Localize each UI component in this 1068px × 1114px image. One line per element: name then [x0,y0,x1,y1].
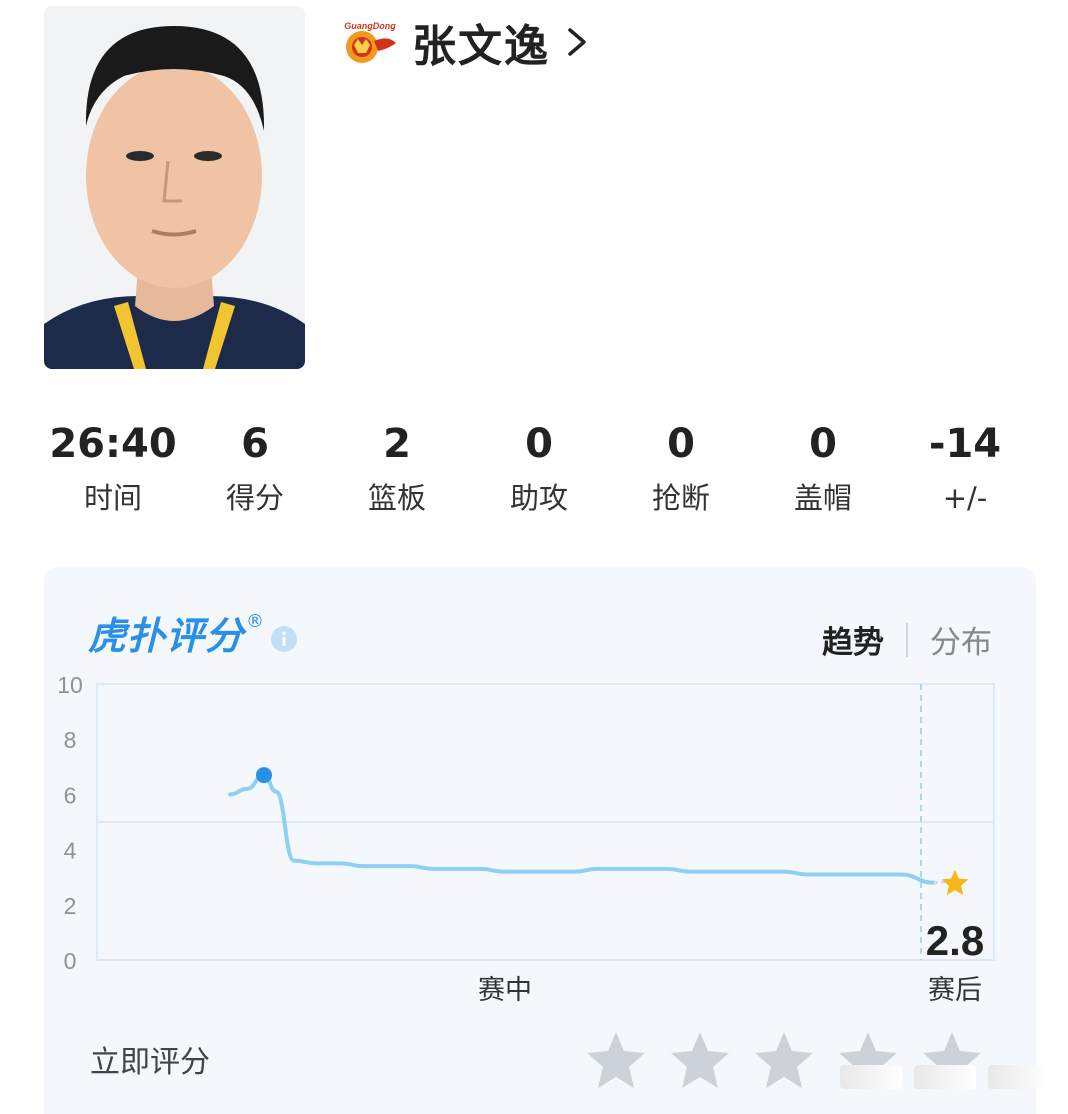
player-name: 张文逸 [412,21,550,72]
y-tick-label: 4 [64,838,77,864]
rating-line [228,773,936,885]
stat-item: 2 篮板 [326,418,468,516]
stat-label: 得分 [225,481,284,515]
stat-item: 0 助攻 [468,418,610,516]
player-photo [44,6,305,369]
stat-item: 26:40 时间 [42,418,184,516]
stat-label: 盖帽 [793,481,852,515]
team-logo-text: GuangDong [344,21,396,31]
stat-value: 6 [241,421,269,467]
stat-value: 26:40 [49,421,177,467]
stat-value: -14 [928,421,1002,467]
y-tick-label: 8 [64,727,77,753]
tab-divider [906,622,908,657]
chevron-right-icon [568,28,586,56]
stat-value: 0 [525,421,553,467]
rating-brand: 虎扑评分 ® [88,611,298,661]
rate-star-icon[interactable] [752,1029,816,1091]
stat-label: 抢断 [651,481,710,515]
stat-item: 6 得分 [184,418,326,516]
stat-item: -14 +/- [894,418,1036,516]
fade-segment [840,1065,902,1089]
stat-value: 0 [809,421,837,467]
bottom-fade-overlay [840,1065,1050,1089]
stats-row: 26:40 时间 6 得分 2 篮板 0 助攻 0 抢断 0 盖帽 -14 +/- [42,418,1042,516]
x-label-mid: 赛中 [478,975,532,1006]
brand-logo-text: 虎扑评分 [88,614,245,658]
stat-value: 2 [383,421,411,467]
rate-star-icon[interactable] [584,1029,648,1091]
team-logo-icon: GuangDong [344,21,396,63]
fade-segment [988,1065,1050,1089]
stat-label: 时间 [83,481,142,515]
peak-point [256,767,272,784]
stat-label: 助攻 [509,481,568,515]
y-tick-label: 10 [57,672,83,698]
chart-view-toggle: 趋势 分布 [822,617,992,662]
stat-label: +/- [942,481,988,515]
info-icon[interactable] [270,625,298,653]
rating-card: 10 8 6 4 2 0 2.8 赛中 赛后 虎扑评分 ® 趋势 分布 立即评分 [44,567,1036,1114]
stat-item: 0 盖帽 [752,418,894,516]
y-tick-label: 2 [64,893,77,919]
rate-now-label: 立即评分 [90,1045,210,1080]
player-header[interactable]: GuangDong 张文逸 [340,14,592,72]
y-tick-label: 0 [64,948,77,974]
final-score: 2.8 [926,917,984,964]
stat-label: 篮板 [367,481,426,515]
rate-star-icon[interactable] [668,1029,732,1091]
brand-registered-mark: ® [246,611,265,632]
stat-value: 0 [667,421,695,467]
tab-distribution[interactable]: 分布 [930,617,992,662]
stat-item: 0 抢断 [610,418,752,516]
y-tick-label: 6 [64,782,77,808]
final-star-icon [941,869,969,895]
fade-segment [914,1065,976,1089]
tab-trend[interactable]: 趋势 [822,617,884,662]
x-label-end: 赛后 [928,975,982,1006]
